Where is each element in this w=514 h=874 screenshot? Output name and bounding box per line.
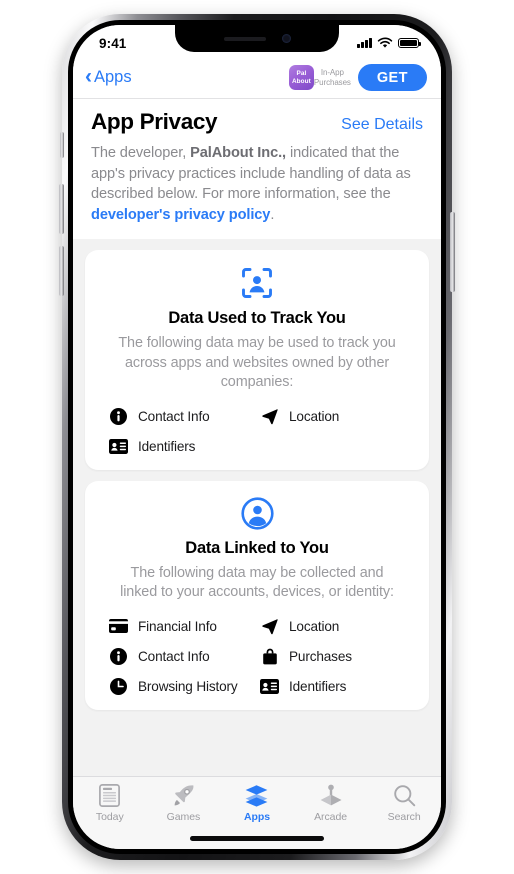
privacy-intro-text: The developer, PalAbout Inc., indicated … <box>91 143 423 225</box>
back-button-label: Apps <box>94 68 132 86</box>
clock-icon <box>109 677 128 696</box>
tab-today[interactable]: Today <box>73 783 147 823</box>
mute-switch-button[interactable] <box>60 132 64 158</box>
data-item: Contact Info <box>109 407 254 426</box>
in-app-purchases-label: In-App Purchases <box>314 68 351 87</box>
wifi-icon <box>377 37 393 48</box>
privacy-card-linked: Data Linked to You The following data ma… <box>85 480 429 710</box>
iap-line2: Purchases <box>313 77 351 87</box>
data-item: Identifiers <box>260 677 405 696</box>
data-item-label: Identifiers <box>138 438 196 454</box>
data-item-label: Purchases <box>289 648 352 664</box>
scroll-content[interactable]: App Privacy See Details The developer, P… <box>73 99 441 776</box>
data-item-label: Financial Info <box>138 618 217 634</box>
cellular-bars-icon <box>357 38 372 48</box>
nav-right-group: In-App Purchases GET <box>314 64 427 91</box>
iap-line1: In-App <box>320 68 344 77</box>
person-in-viewfinder-icon <box>97 266 417 300</box>
front-camera-icon <box>281 34 291 43</box>
tab-games[interactable]: Games <box>147 783 221 823</box>
data-item-label: Contact Info <box>138 408 210 424</box>
status-time: 9:41 <box>99 35 127 51</box>
data-type-grid: Contact Info Location Identifiers <box>97 407 417 456</box>
intro-part1: The developer, <box>91 145 191 161</box>
get-button[interactable]: GET <box>357 64 427 91</box>
data-item: Purchases <box>260 647 405 666</box>
tab-label: Search <box>387 811 421 823</box>
card-title: Data Linked to You <box>185 538 329 557</box>
app-icon-line1: Pal <box>296 70 307 78</box>
phone-bezel: 9:41 ‹ Apps Pal About In-App Purchases G… <box>59 20 455 854</box>
data-item: Browsing History <box>109 677 254 696</box>
battery-full-icon <box>398 37 421 49</box>
data-type-grid: Financial Info Location Contact Info Pur… <box>97 617 417 696</box>
magnifier-icon <box>393 783 416 808</box>
notch <box>175 25 339 52</box>
developer-name: PalAbout Inc., <box>190 145 287 161</box>
location-arrow-icon <box>260 407 279 426</box>
data-item: Identifiers <box>109 437 254 456</box>
earpiece-speaker-icon <box>223 36 266 41</box>
app-icon[interactable]: Pal About <box>288 65 314 90</box>
card-description: The following data may be collected and … <box>120 564 394 601</box>
tab-label: Games <box>166 811 201 823</box>
privacy-policy-link[interactable]: developer's privacy policy <box>91 207 270 223</box>
volume-up-button[interactable] <box>59 184 64 234</box>
page-title: App Privacy <box>91 109 218 134</box>
back-button[interactable]: ‹ Apps <box>85 65 132 88</box>
home-indicator[interactable] <box>190 836 324 841</box>
data-item-label: Location <box>289 408 340 424</box>
data-item: Financial Info <box>109 617 254 636</box>
credit-card-icon <box>109 617 128 636</box>
tab-label: Arcade <box>314 811 348 823</box>
data-item-label: Contact Info <box>138 648 210 664</box>
bag-icon <box>260 647 279 666</box>
info-circle-icon <box>109 407 128 426</box>
data-item-label: Browsing History <box>138 678 238 694</box>
data-item: Location <box>260 407 405 426</box>
title-row: App Privacy See Details <box>91 109 423 135</box>
tab-label: Apps <box>243 811 271 823</box>
person-circle-icon <box>97 496 417 530</box>
status-indicators <box>357 37 421 49</box>
tab-label: Today <box>95 811 124 823</box>
navigation-bar: ‹ Apps Pal About In-App Purchases GET <box>73 57 441 99</box>
volume-down-button[interactable] <box>59 246 64 296</box>
tab-apps[interactable]: Apps <box>220 783 294 823</box>
power-button[interactable] <box>450 212 455 292</box>
data-item-label: Identifiers <box>289 678 347 694</box>
see-details-link[interactable]: See Details <box>341 116 423 134</box>
app-icon-line2: About <box>291 77 311 85</box>
id-card-icon <box>109 437 128 456</box>
card-title: Data Used to Track You <box>168 309 346 327</box>
tab-arcade[interactable]: Arcade <box>294 783 368 823</box>
joystick-icon <box>319 783 343 808</box>
intro-part3: . <box>270 206 275 223</box>
chevron-left-icon: ‹ <box>85 65 92 88</box>
data-item: Contact Info <box>109 647 254 666</box>
tab-search[interactable]: Search <box>367 783 441 823</box>
info-circle-icon <box>109 647 128 666</box>
card-description: The following data may be used to track … <box>118 335 396 390</box>
page-header: App Privacy See Details The developer, P… <box>73 99 441 239</box>
phone-frame: 9:41 ‹ Apps Pal About In-App Purchases G… <box>59 14 455 860</box>
data-item-label: Location <box>289 618 340 634</box>
phone-screen: 9:41 ‹ Apps Pal About In-App Purchases G… <box>73 25 441 849</box>
stack-layers-icon <box>244 783 269 808</box>
location-arrow-icon <box>260 617 279 636</box>
id-card-icon <box>260 677 279 696</box>
privacy-card-track: Data Used to Track You The following dat… <box>85 250 429 470</box>
rocket-icon <box>172 783 195 808</box>
data-item: Location <box>260 617 405 636</box>
newspaper-icon <box>99 783 121 808</box>
